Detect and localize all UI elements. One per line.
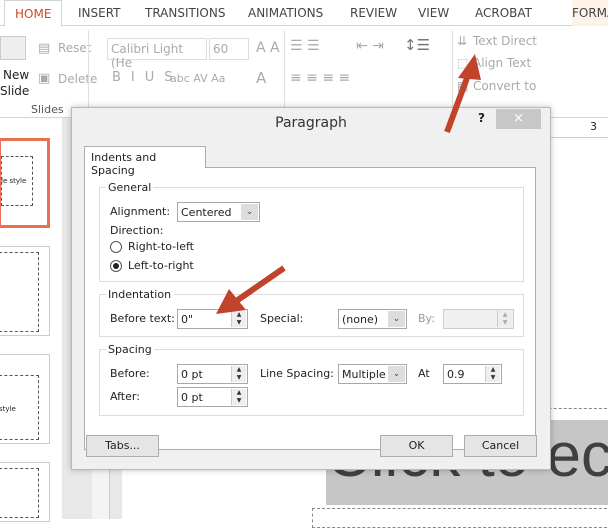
tab-indents-and-spacing[interactable]: Indents and Spacing: [84, 146, 206, 177]
arrow-to-line-spacing: [444, 54, 481, 134]
arrow-to-before-text: [216, 265, 286, 314]
annotation-arrows: [216, 54, 481, 314]
